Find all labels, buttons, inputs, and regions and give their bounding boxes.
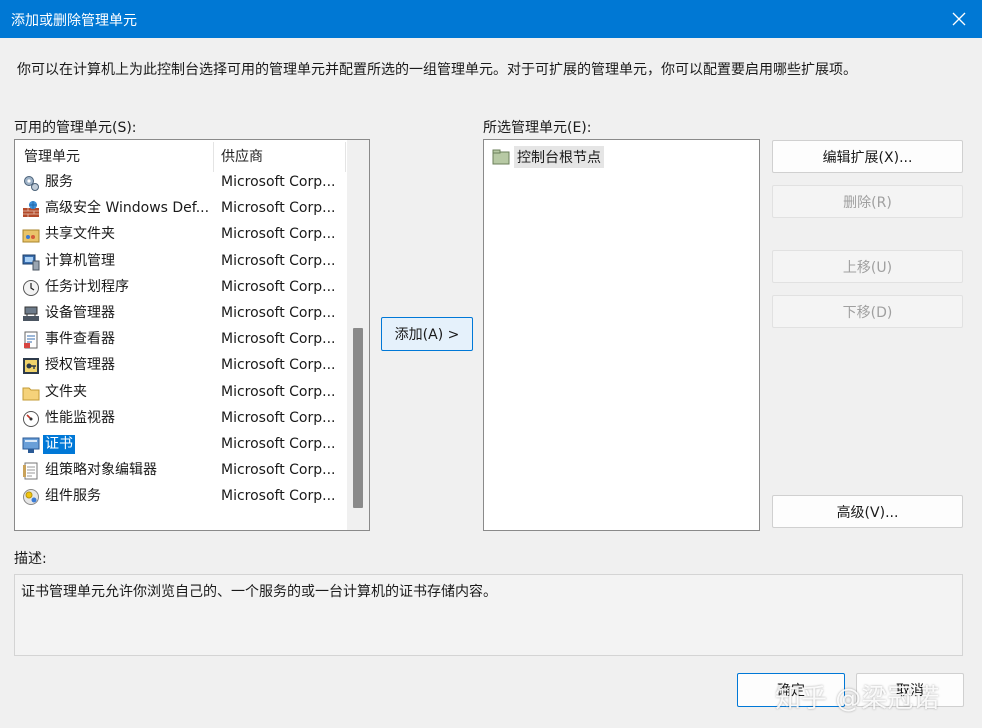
available-snapins-list[interactable]: 管理单元 供应商 服务 Microsoft Corp... 高级安全 Windows… (14, 139, 370, 531)
column-header-snapin[interactable]: 管理单元 (24, 146, 80, 166)
snapin-vendor: Microsoft Corp... (221, 331, 336, 348)
list-scrollbar[interactable] (347, 140, 369, 530)
policy-editor-icon (23, 462, 38, 480)
console-root-item[interactable]: 控制台根节点 (492, 146, 604, 168)
folder-icon (22, 387, 40, 400)
close-button[interactable] (936, 0, 982, 38)
gears-icon (24, 176, 39, 191)
description-box: 证书管理单元允许你浏览自己的、一个服务的或一台计算机的证书存储内容。 (14, 574, 963, 656)
snapin-name: 任务计划程序 (45, 278, 129, 295)
snapin-vendor: Microsoft Corp... (221, 278, 336, 295)
shared-folder-icon (22, 229, 40, 243)
selected-snapins-label: 所选管理单元(E): (483, 120, 592, 136)
list-item[interactable]: 服务 Microsoft Corp... (15, 170, 347, 196)
snapin-name: 高级安全 Windows Def... (45, 200, 210, 217)
certificate-icon (22, 437, 40, 453)
list-item[interactable]: 事件查看器 Microsoft Corp... (15, 327, 347, 353)
snapin-vendor: Microsoft Corp... (221, 435, 336, 452)
snapin-name: 文件夹 (45, 383, 87, 400)
dialog-body: 你可以在计算机上为此控制台选择可用的管理单元并配置所选的一组管理单元。对于可扩展… (0, 38, 982, 728)
snapin-name: 事件查看器 (45, 331, 115, 348)
snapin-vendor: Microsoft Corp... (221, 200, 336, 217)
move-down-button[interactable]: 下移(D) (772, 295, 963, 328)
component-services-icon (23, 489, 39, 506)
available-snapins-label: 可用的管理单元(S): (14, 120, 137, 136)
computer-management-icon (22, 254, 40, 271)
snapin-name: 设备管理器 (45, 304, 115, 321)
event-viewer-icon (24, 331, 38, 349)
snapin-vendor: Microsoft Corp... (221, 174, 336, 190)
list-item[interactable]: 组件服务 Microsoft Corp... (15, 484, 347, 510)
list-item[interactable]: 高级安全 Windows Def... Microsoft Corp... (15, 196, 347, 222)
add-button[interactable]: 添加(A) > (381, 317, 473, 351)
snapin-rows: 服务 Microsoft Corp... 高级安全 Windows Def... Mi… (15, 170, 347, 510)
intro-text: 你可以在计算机上为此控制台选择可用的管理单元并配置所选的一组管理单元。对于可扩展… (17, 62, 857, 78)
list-item[interactable]: 共享文件夹 Microsoft Corp... (15, 222, 347, 248)
performance-icon (23, 410, 39, 427)
move-up-button[interactable]: 上移(U) (772, 250, 963, 283)
title-bar: 添加或删除管理单元 (0, 0, 982, 38)
snapin-vendor: Microsoft Corp... (221, 488, 336, 505)
snapin-vendor: Microsoft Corp... (221, 357, 336, 374)
close-icon (952, 12, 966, 26)
list-item[interactable]: 设备管理器 Microsoft Corp... (15, 301, 347, 327)
authorization-icon (23, 358, 39, 375)
list-item[interactable]: 组策略对象编辑器 Microsoft Corp... (15, 458, 347, 484)
snapin-name: 计算机管理 (45, 252, 115, 269)
list-item[interactable]: 文件夹 Microsoft Corp... (15, 380, 347, 406)
list-item[interactable]: 证书 Microsoft Corp... (15, 432, 347, 458)
description-label: 描述: (14, 551, 47, 567)
description-text: 证书管理单元允许你浏览自己的、一个服务的或一台计算机的证书存储内容。 (21, 584, 497, 600)
selected-snapins-list[interactable]: 控制台根节点 (483, 139, 760, 531)
snapin-name: 授权管理器 (45, 357, 115, 374)
snapin-vendor: Microsoft Corp... (221, 304, 336, 321)
snapin-name: 共享文件夹 (45, 226, 115, 243)
snapin-vendor: Microsoft Corp... (221, 252, 336, 269)
snapin-vendor: Microsoft Corp... (221, 226, 336, 243)
clock-icon (23, 279, 39, 296)
list-item[interactable]: 授权管理器 Microsoft Corp... (15, 353, 347, 379)
snapin-name: 证书 (43, 434, 75, 454)
snapin-name: 组件服务 (45, 488, 101, 505)
window-title: 添加或删除管理单元 (11, 13, 137, 29)
advanced-button[interactable]: 高级(V)... (772, 495, 963, 528)
column-divider[interactable] (213, 142, 214, 172)
list-item[interactable]: 任务计划程序 Microsoft Corp... (15, 275, 347, 301)
ok-button[interactable]: 确定 (737, 673, 845, 707)
scrollbar-thumb[interactable] (353, 328, 363, 508)
edit-extensions-button[interactable]: 编辑扩展(X)... (772, 140, 963, 173)
column-header-vendor[interactable]: 供应商 (221, 146, 263, 166)
device-manager-icon (23, 306, 39, 321)
snapin-name: 组策略对象编辑器 (45, 462, 157, 479)
remove-button[interactable]: 删除(R) (772, 185, 963, 218)
snapin-vendor: Microsoft Corp... (221, 409, 336, 426)
console-root-label: 控制台根节点 (514, 146, 604, 168)
cancel-button[interactable]: 取消 (856, 673, 964, 707)
column-divider[interactable] (345, 142, 346, 172)
firewall-icon (23, 201, 39, 218)
list-item[interactable]: 计算机管理 Microsoft Corp... (15, 249, 347, 275)
console-root-icon (492, 149, 510, 165)
snapin-name: 性能监视器 (45, 409, 115, 426)
list-item[interactable]: 性能监视器 Microsoft Corp... (15, 406, 347, 432)
snapin-name: 服务 (45, 174, 73, 190)
snapin-vendor: Microsoft Corp... (221, 383, 336, 400)
snapin-vendor: Microsoft Corp... (221, 462, 336, 479)
